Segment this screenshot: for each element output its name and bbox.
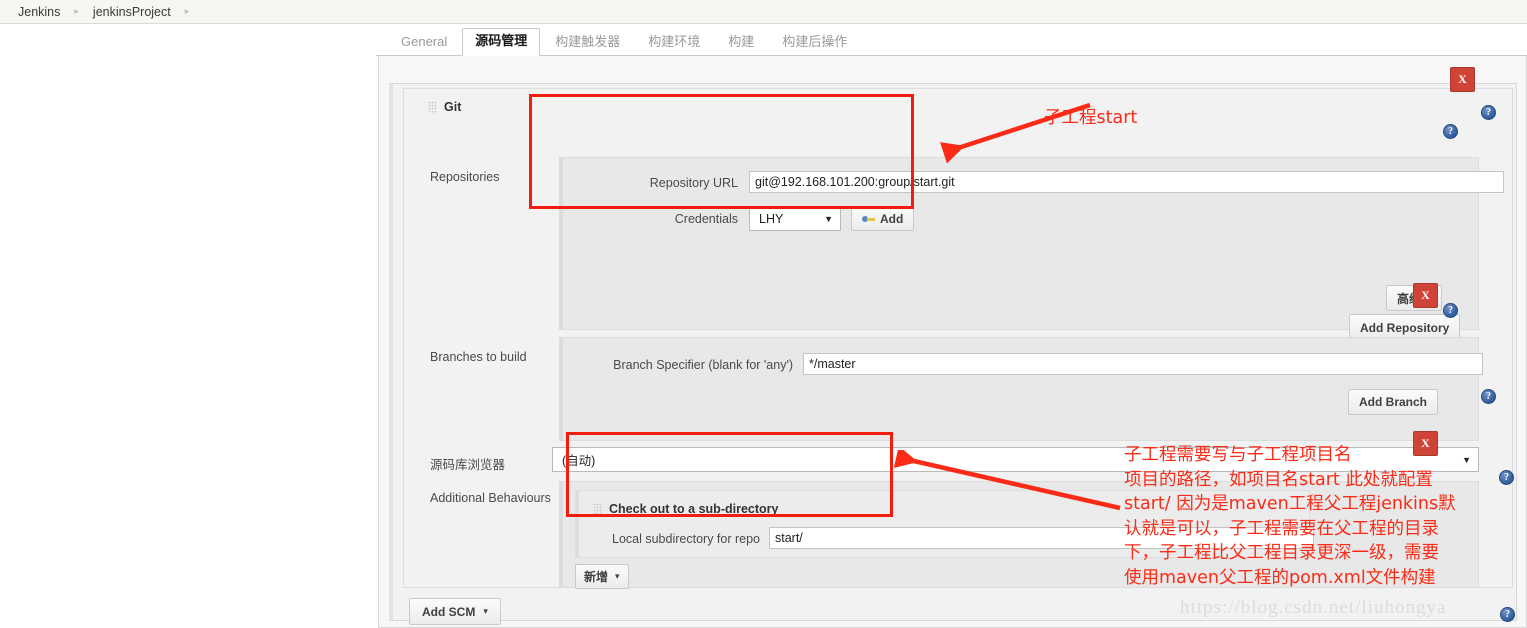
checkout-subdirectory-title: Check out to a sub-directory [593,502,778,516]
chevron-down-icon-behaviour: ▾ [615,571,620,581]
add-behaviour-button[interactable]: 新增 ▾ [575,564,629,589]
help-icon-repo-browser[interactable]: ? [1481,389,1496,404]
tab-build[interactable]: 构建 [715,29,767,56]
chevron-down-icon-scm: ▾ [483,606,488,616]
arrow-to-subdirectory [893,450,1121,511]
branches-panel: Branch Specifier (blank for 'any') Add B… [559,337,1483,441]
chevron-down-icon-browser: ▼ [1462,454,1471,465]
help-icon-repositories[interactable]: ? [1481,105,1496,120]
arrow-to-repository-url [939,102,1091,164]
tab-post-build-actions[interactable]: 构建后操作 [769,29,860,56]
annotation-subdirectory-line-5: 下，子工程比父工程目录更深一级，需要 [1124,543,1439,563]
screen-root: Jenkins ▸ jenkinsProject ▸ General 源码管理 … [0,0,1527,628]
breadcrumb-separator-icon: ▸ [74,6,79,16]
credentials-select-value: LHY [759,211,784,226]
git-section-title: Git [428,100,461,114]
annotation-subdirectory: 子工程需要写与子工程项目名 项目的路径，如项目名start 此处就配置 star… [1124,443,1456,590]
tab-build-triggers[interactable]: 构建触发器 [542,29,633,56]
checkout-subdirectory-label: Check out to a sub-directory [609,502,779,516]
add-credentials-label: Add [880,211,904,226]
repositories-label: Repositories [430,170,500,184]
drag-handle-icon-behaviour[interactable] [593,502,602,516]
branch-specifier-input[interactable] [803,353,1483,375]
breadcrumb-item-jenkinsproject[interactable]: jenkinsProject [93,5,171,19]
repo-browser-value: (自动) [562,454,596,468]
annotation-subdirectory-line-6: 使用maven父工程的pom.xml文件构建 [1124,567,1436,588]
breadcrumb-item-jenkins[interactable]: Jenkins [18,5,60,19]
add-behaviour-label: 新增 [584,570,609,584]
add-scm-button[interactable]: Add SCM ▾ [409,598,501,625]
annotation-subdirectory-line-4: 认就是可以，子工程需要在父工程的目录 [1124,518,1439,539]
repositories-panel: Repository URL Credentials LHY ▼ Add 高级.… [559,157,1504,330]
help-icon-repository-url[interactable]: ? [1443,124,1458,139]
repository-url-label: Repository URL [649,176,738,190]
git-label: Git [444,100,462,114]
annotation-subdirectory-line-1: 子工程需要写与子工程项目名 [1124,445,1352,465]
credentials-label: Credentials [674,212,738,226]
local-subdirectory-label: Local subdirectory for repo [612,532,760,546]
config-tab-bar: General 源码管理 构建触发器 构建环境 构建 构建后操作 [376,28,1527,56]
tab-source-code-management[interactable]: 源码管理 [462,28,541,56]
breadcrumb: Jenkins ▸ jenkinsProject ▸ [0,0,1527,24]
add-scm-label: Add SCM [422,604,476,619]
annotation-subdirectory-line-2: 项目的路径，如项目名start 此处就配置 [1124,469,1433,490]
repository-url-input[interactable] [749,171,1504,193]
drag-handle-icon[interactable] [428,100,437,114]
help-icon-bottom[interactable]: ? [1500,607,1515,622]
add-branch-button[interactable]: Add Branch [1348,389,1439,415]
key-icon [862,214,875,224]
help-icon-branch-specifier[interactable]: ? [1443,303,1458,318]
delete-git-scm-button[interactable]: X [1450,67,1475,92]
branch-specifier-label: Branch Specifier (blank for 'any') [613,358,793,372]
chevron-down-icon: ▼ [824,213,833,224]
tab-general[interactable]: General [388,29,460,56]
add-credentials-button[interactable]: Add [851,206,915,231]
credentials-select[interactable]: LHY ▼ [749,206,841,231]
annotation-subdirectory-line-3: start/ 因为是maven工程父工程jenkins默 [1124,494,1456,514]
delete-branch-button[interactable]: X [1413,283,1438,308]
breadcrumb-separator-icon-2: ▸ [184,6,190,16]
tab-build-environment[interactable]: 构建环境 [635,29,713,56]
help-icon-local-subdirectory[interactable]: ? [1499,470,1514,485]
